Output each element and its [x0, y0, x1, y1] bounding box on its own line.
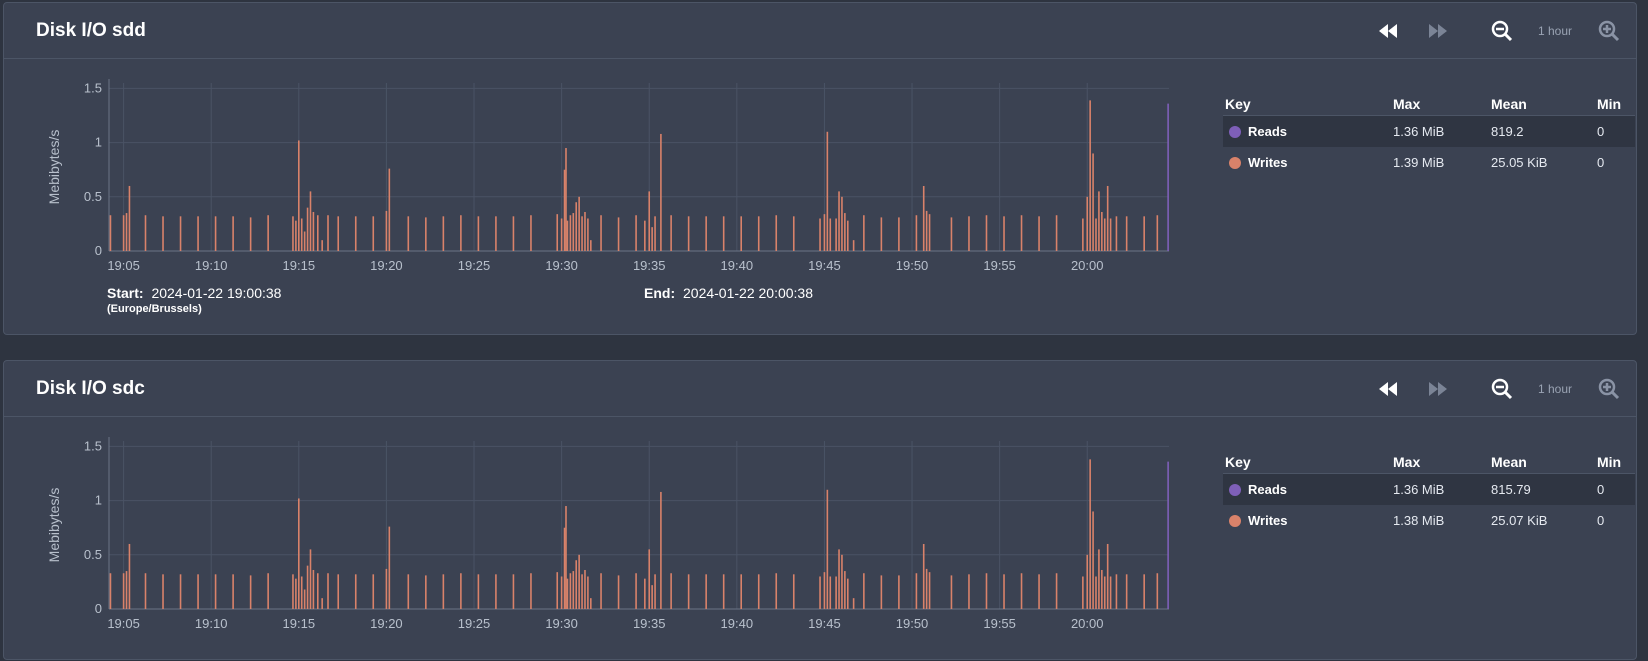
- reads-color-dot: [1229, 484, 1241, 496]
- rewind-icon: [1379, 381, 1397, 396]
- legend-label: Writes: [1248, 513, 1288, 528]
- y-axis-label: Mebibytes/s: [46, 488, 62, 563]
- y-tick-label: 1.5: [84, 80, 102, 95]
- x-tick-label: 19:10: [195, 616, 228, 631]
- legend-header-mean: Mean: [1491, 96, 1527, 112]
- panel-disk-io-sdc: Disk I/O sdc 1 hour 0 0.5 1 1.5 19:05 19:10 19…: [3, 360, 1637, 660]
- zoom-in-button[interactable]: [1593, 361, 1625, 416]
- legend-label: Reads: [1248, 124, 1288, 139]
- legend-header: Key Max Mean Min: [1223, 91, 1635, 116]
- legend-row-reads[interactable]: Reads 1.36 MiB 819.2 0: [1223, 116, 1635, 147]
- legend-header: Key Max Mean Min: [1223, 449, 1635, 474]
- x-tick-label: 19:45: [808, 616, 841, 631]
- legend-max: 1.36 MiB: [1393, 124, 1445, 139]
- timezone-label: (Europe/Brussels): [107, 303, 202, 315]
- legend-header-max: Max: [1393, 96, 1421, 112]
- legend-min: 0: [1597, 155, 1605, 170]
- x-tick-label: 20:00: [1071, 258, 1104, 273]
- legend-label: Writes: [1248, 155, 1288, 170]
- io-chart: 0 0.5 1 1.5 19:05 19:10 19:15 19:20 19:25 19:30 19…: [46, 79, 1169, 273]
- legend-label: Reads: [1248, 482, 1288, 497]
- legend-header-mean: Mean: [1491, 454, 1527, 470]
- legend-min: 0: [1597, 482, 1605, 497]
- writes-color-dot: [1229, 515, 1241, 527]
- y-tick-label: 0.5: [84, 547, 102, 562]
- x-tick-label: 19:40: [721, 616, 754, 631]
- legend-header-key: Key: [1225, 454, 1251, 470]
- start-value: 2024-01-22 19:00:38: [151, 285, 282, 301]
- y-axis-label: Mebibytes/s: [46, 130, 62, 205]
- x-tick-label: 19:45: [808, 258, 841, 273]
- range-start: Start: 2024-01-22 19:00:38: [107, 285, 281, 301]
- zoom-out-icon: [1491, 378, 1513, 399]
- legend-max: 1.39 MiB: [1393, 155, 1445, 170]
- end-value: 2024-01-22 20:00:38: [683, 285, 813, 301]
- range-end: End: 2024-01-22 20:00:38: [644, 285, 813, 301]
- x-tick-label: 19:15: [283, 258, 316, 273]
- x-tick-label: 19:50: [896, 258, 929, 273]
- legend-max: 1.36 MiB: [1393, 482, 1445, 497]
- x-tick-label: 19:20: [370, 258, 403, 273]
- x-tick-label: 19:35: [633, 616, 666, 631]
- y-tick-label: 0: [95, 243, 102, 258]
- end-label: End:: [644, 285, 676, 301]
- fast-forward-button[interactable]: [1420, 3, 1456, 58]
- y-tick-label: 0.5: [84, 189, 102, 204]
- y-tick-label: 1: [95, 135, 102, 150]
- x-tick-label: 19:20: [370, 616, 403, 631]
- legend-header-key: Key: [1225, 96, 1251, 112]
- legend-min: 0: [1597, 124, 1605, 139]
- legend-mean: 819.2: [1491, 124, 1524, 139]
- x-tick-label: 19:30: [545, 258, 578, 273]
- range-label: 1 hour: [1538, 23, 1573, 38]
- legend-row-reads[interactable]: Reads 1.36 MiB 815.79 0: [1223, 474, 1635, 505]
- x-tick-label: 19:55: [983, 258, 1016, 273]
- zoom-in-icon: [1598, 378, 1620, 399]
- rewind-button[interactable]: [1370, 361, 1406, 416]
- legend-max: 1.38 MiB: [1393, 513, 1445, 528]
- legend-header-max: Max: [1393, 454, 1421, 470]
- legend-table: Key Max Mean Min Reads 1.36 MiB 815.79 0…: [1223, 449, 1635, 536]
- zoom-out-icon: [1491, 20, 1513, 41]
- rewind-button[interactable]: [1370, 3, 1406, 58]
- y-tick-label: 1.5: [84, 438, 102, 453]
- panel-disk-io-sdd: Disk I/O sdd 1 hour 0 0.5 1 1.5 19:05 19:10 19…: [3, 2, 1637, 335]
- y-tick-label: 1: [95, 493, 102, 508]
- reads-color-dot: [1229, 126, 1241, 138]
- x-tick-label: 19:50: [896, 616, 929, 631]
- legend-mean: 815.79: [1491, 482, 1531, 497]
- range-label: 1 hour: [1538, 381, 1573, 396]
- legend-row-writes[interactable]: Writes 1.39 MiB 25.05 KiB 0: [1223, 147, 1635, 178]
- x-tick-label: 19:25: [458, 258, 491, 273]
- legend-min: 0: [1597, 513, 1605, 528]
- x-tick-label: 19:15: [283, 616, 316, 631]
- x-tick-label: 19:55: [983, 616, 1016, 631]
- x-tick-label: 19:40: [721, 258, 754, 273]
- x-tick-label: 19:35: [633, 258, 666, 273]
- fast-forward-button[interactable]: [1420, 361, 1456, 416]
- legend-mean: 25.05 KiB: [1491, 155, 1548, 170]
- legend-header-min: Min: [1597, 96, 1622, 112]
- x-tick-label: 19:10: [195, 258, 228, 273]
- fast-forward-icon: [1429, 23, 1447, 38]
- io-chart: 0 0.5 1 1.5 19:05 19:10 19:15 19:20 19:25 19:30 19…: [46, 437, 1169, 631]
- x-tick-label: 19:30: [545, 616, 578, 631]
- zoom-in-button[interactable]: [1593, 3, 1625, 58]
- start-label: Start:: [107, 285, 144, 301]
- x-tick-label: 19:25: [458, 616, 491, 631]
- x-tick-label: 19:05: [107, 258, 140, 273]
- writes-color-dot: [1229, 157, 1241, 169]
- zoom-in-icon: [1598, 20, 1620, 41]
- zoom-out-button[interactable]: [1486, 3, 1518, 58]
- zoom-out-button[interactable]: [1486, 361, 1518, 416]
- rewind-icon: [1379, 23, 1397, 38]
- x-tick-label: 20:00: [1071, 616, 1104, 631]
- legend-header-min: Min: [1597, 454, 1622, 470]
- legend-table: Key Max Mean Min Reads 1.36 MiB 819.2 0 …: [1223, 91, 1635, 178]
- legend-row-writes[interactable]: Writes 1.38 MiB 25.07 KiB 0: [1223, 505, 1635, 536]
- y-tick-label: 0: [95, 601, 102, 616]
- legend-mean: 25.07 KiB: [1491, 513, 1548, 528]
- x-tick-label: 19:05: [107, 616, 140, 631]
- fast-forward-icon: [1429, 381, 1447, 396]
